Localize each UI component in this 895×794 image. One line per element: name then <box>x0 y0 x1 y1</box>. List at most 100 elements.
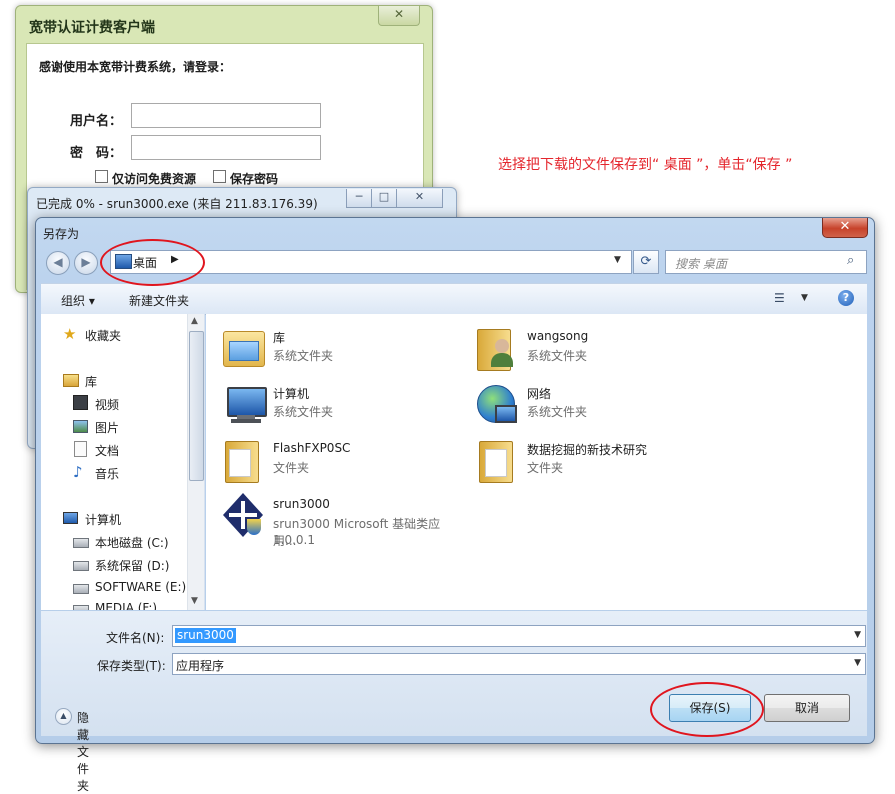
download-close-button[interactable]: ✕ <box>396 189 443 208</box>
nav-item-label: 音乐 <box>95 467 120 481</box>
save-highlight-oval <box>650 682 764 737</box>
drive-icon <box>73 584 89 594</box>
drive-icon <box>73 561 89 571</box>
dialog-toolbar: 组织 ▾ 新建文件夹 ☰ ▼ ? <box>41 283 867 315</box>
picture-icon <box>73 420 88 433</box>
save-password-checkbox[interactable] <box>213 170 226 183</box>
forward-button[interactable]: ▶ <box>74 251 98 275</box>
refresh-icon: ⟳ <box>640 254 652 269</box>
file-name: srun3000 <box>273 497 330 511</box>
file-name: 计算机 <box>273 387 310 401</box>
nav-item-label: SOFTWARE (E:) <box>95 580 187 594</box>
file-type: 系统文件夹 <box>527 405 588 419</box>
address-highlight-oval <box>100 239 205 286</box>
file-item-wangsong[interactable]: wangsong 系统文件夹 <box>473 323 713 373</box>
username-label: 用户名： <box>70 114 123 129</box>
save-as-dialog: 另存为 ✕ ◀ ▶ 桌面 ▶ ▼ ⟳ 搜索 桌面 ⌕ 组织 ▾ 新建文件夹 ☰ … <box>35 217 875 793</box>
star-icon: ★ <box>63 325 77 343</box>
password-input[interactable] <box>131 135 321 160</box>
nav-item-label: 收藏夹 <box>85 329 122 343</box>
file-name: 数据挖掘的新技术研究 <box>527 443 648 457</box>
download-title: 已完成 0% - srun3000.exe (来自 211.83.176.39) <box>36 197 318 211</box>
drive-icon <box>73 538 89 548</box>
chevron-up-icon[interactable]: ▲ <box>55 708 72 725</box>
library-icon <box>63 374 79 387</box>
scroll-thumb[interactable] <box>189 331 204 481</box>
nav-item-label: MEDIA (F:) <box>95 601 158 610</box>
search-placeholder: 搜索 桌面 <box>675 257 727 271</box>
file-item-flashfxp[interactable]: FlashFXP0SC 文件夹 <box>219 435 459 485</box>
nav-item-label: 本地磁盘 (C:) <box>95 536 169 550</box>
file-type: 系统文件夹 <box>527 349 588 363</box>
file-version: 1.0.0.1 <box>273 533 315 547</box>
folder-icon <box>219 437 267 483</box>
scroll-down-icon[interactable]: ▼ <box>191 596 198 606</box>
file-item-computer[interactable]: 计算机 系统文件夹 <box>219 379 459 429</box>
music-icon: ♪ <box>73 463 83 481</box>
chevron-down-icon[interactable]: ▼ <box>854 658 861 668</box>
search-icon[interactable]: ⌕ <box>847 253 854 268</box>
save-password-label: 保存密码 <box>230 172 279 186</box>
file-item-network[interactable]: 网络 系统文件夹 <box>473 379 713 429</box>
hide-folders-label: 隐藏文件夹 <box>77 711 90 793</box>
free-only-checkbox[interactable] <box>95 170 108 183</box>
video-icon <box>73 395 88 410</box>
computer-icon <box>219 381 267 425</box>
client-close-button[interactable]: ✕ <box>378 6 420 26</box>
filename-label: 文件名(N): <box>106 631 165 645</box>
nav-item-label: 系统保留 (D:) <box>95 559 170 573</box>
navigation-pane: ★ 收藏夹 库 视频 图片 文档 ♪ 音乐 计算机 本地磁盘 (C:) 系统保留… <box>41 314 205 610</box>
document-icon <box>74 441 87 457</box>
user-folder-icon <box>473 325 521 371</box>
refresh-button[interactable]: ⟳ <box>633 250 659 274</box>
nav-item-label: 视频 <box>95 398 120 412</box>
folder-icon <box>473 437 521 483</box>
drive-icon <box>73 605 89 610</box>
view-dropdown-icon[interactable]: ▼ <box>801 293 808 303</box>
nav-item-label: 库 <box>85 375 98 389</box>
file-item-libraries[interactable]: 库 系统文件夹 <box>219 323 459 373</box>
client-welcome-text: 感谢使用本宽带计费系统，请登录： <box>39 60 232 74</box>
filetype-value: 应用程序 <box>176 659 225 673</box>
file-name: wangsong <box>527 329 589 343</box>
file-name: 库 <box>273 331 286 345</box>
file-name: 网络 <box>527 387 552 401</box>
filetype-select[interactable]: 应用程序 ▼ <box>172 653 866 675</box>
nav-scrollbar[interactable]: ▲ ▼ <box>187 314 204 610</box>
scroll-up-icon[interactable]: ▲ <box>191 316 198 326</box>
view-options-icon[interactable]: ☰ <box>774 291 785 305</box>
file-type: 系统文件夹 <box>273 405 334 419</box>
password-label: 密 码： <box>70 146 123 161</box>
username-input[interactable] <box>131 103 321 128</box>
search-input[interactable]: 搜索 桌面 ⌕ <box>665 250 867 274</box>
file-type: 文件夹 <box>527 461 564 475</box>
nav-item-label: 计算机 <box>85 513 122 527</box>
srun-app-icon <box>219 493 267 537</box>
download-maximize-button[interactable]: □ <box>371 189 397 208</box>
cancel-button[interactable]: 取消 <box>764 694 850 722</box>
file-item-data-mining[interactable]: 数据挖掘的新技术研究 文件夹 <box>473 435 713 485</box>
file-item-srun3000[interactable]: srun3000 srun3000 Microsoft 基础类应用... 1.0… <box>219 491 459 551</box>
filename-input[interactable]: srun3000 ▼ <box>172 625 866 647</box>
file-type: 系统文件夹 <box>273 349 334 363</box>
library-folder-icon <box>219 325 267 369</box>
address-dropdown-icon[interactable]: ▼ <box>614 255 621 265</box>
help-icon[interactable]: ? <box>838 290 854 306</box>
file-name: FlashFXP0SC <box>273 441 351 455</box>
dialog-title: 另存为 <box>43 227 80 241</box>
network-globe-icon <box>473 381 521 425</box>
filetype-label: 保存类型(T): <box>97 659 166 673</box>
file-list: 库 系统文件夹 wangsong 系统文件夹 计算机 系统文件夹 网络 系统文件… <box>206 314 867 610</box>
organize-menu[interactable]: 组织 ▾ <box>61 292 95 309</box>
chevron-down-icon[interactable]: ▼ <box>854 630 861 640</box>
computer-icon <box>63 512 78 524</box>
new-folder-button[interactable]: 新建文件夹 <box>129 292 189 309</box>
client-title: 宽带认证计费客户端 <box>29 20 155 36</box>
back-button[interactable]: ◀ <box>46 251 70 275</box>
nav-item-label: 图片 <box>95 421 120 435</box>
filename-value[interactable]: srun3000 <box>175 628 236 643</box>
dialog-close-button[interactable]: ✕ <box>822 218 868 238</box>
file-type: 文件夹 <box>273 461 310 475</box>
download-minimize-button[interactable]: ─ <box>346 189 372 208</box>
free-only-label: 仅访问免费资源 <box>112 172 197 186</box>
